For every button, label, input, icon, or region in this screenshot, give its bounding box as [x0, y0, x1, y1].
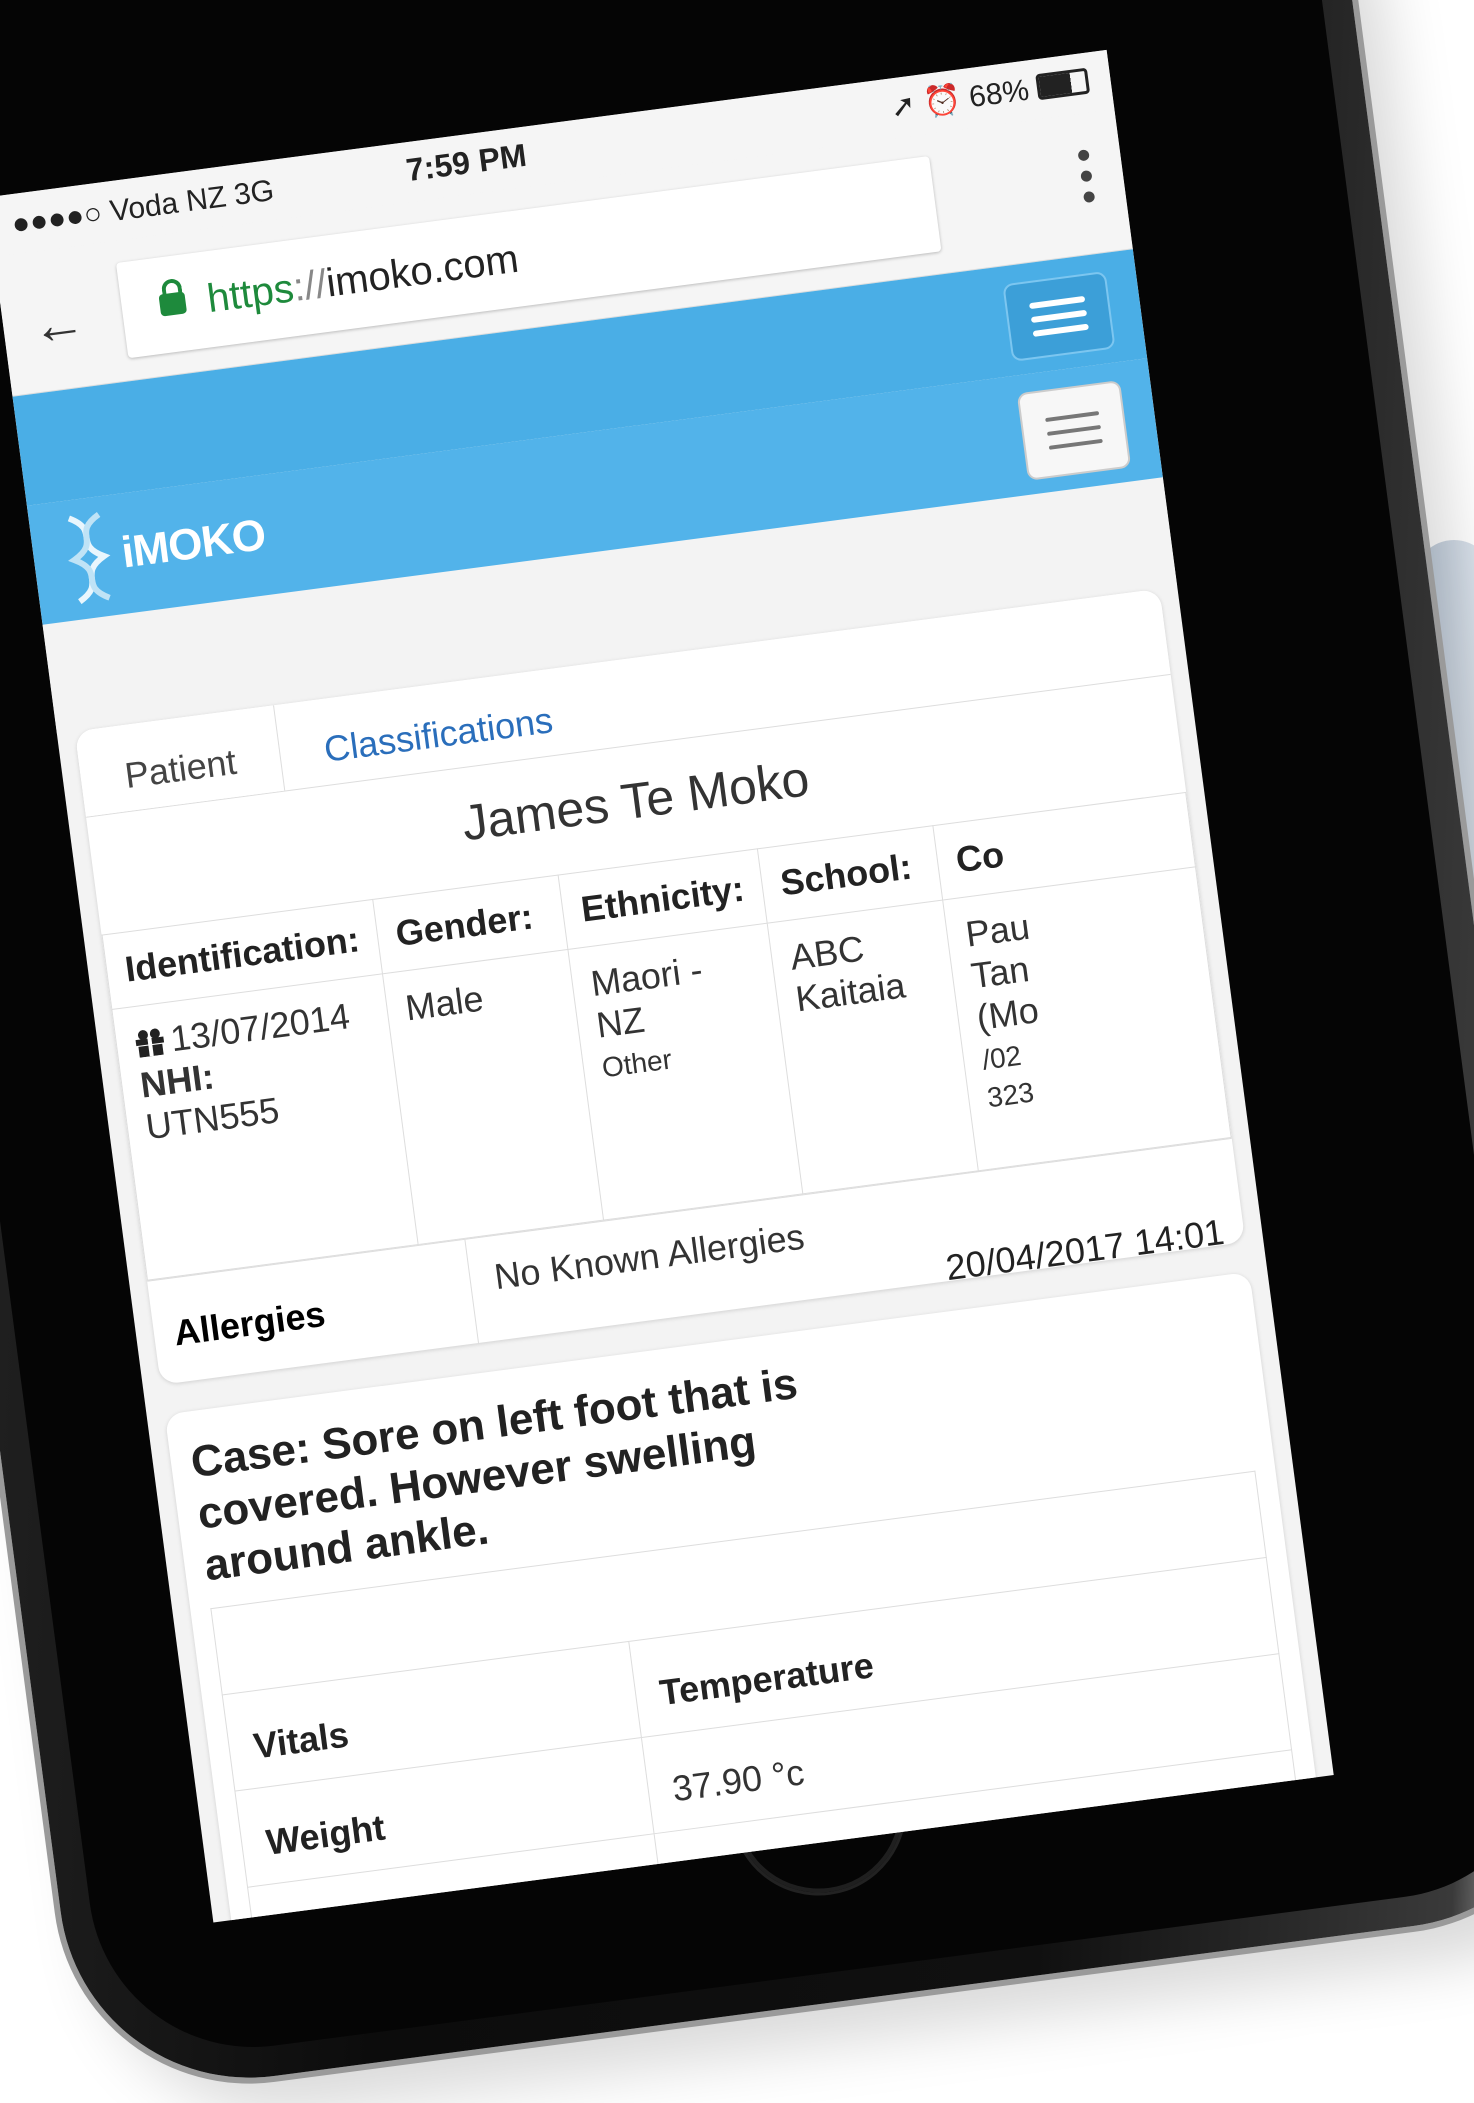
lock-icon: [158, 291, 188, 317]
nav-toggle-button[interactable]: [1016, 380, 1132, 481]
imoko-logo[interactable]: iMOKO: [58, 489, 270, 607]
phone-device: ●●●●○ Voda NZ 3G 7:59 PM ➚ ⏰ 68% ← https…: [0, 0, 1474, 2101]
dna-logo-icon: [58, 509, 120, 607]
hamburger-menu-button[interactable]: [1002, 270, 1116, 362]
school-cell: ABC Kaitaia: [767, 900, 979, 1194]
battery-percent: 68%: [967, 73, 1031, 115]
date-of-birth: 13/07/2014: [168, 995, 353, 1060]
battery-icon: [1035, 67, 1091, 101]
back-arrow-icon[interactable]: ←: [28, 291, 89, 358]
alarm-icon: ⏰: [921, 82, 964, 121]
location-icon: ➚: [888, 88, 918, 125]
contact-line-3: (Mo: [974, 989, 1041, 1038]
contact-line-2: Tan: [968, 948, 1032, 997]
identification-cell: 13/07/2014 NHI: UTN555: [111, 973, 419, 1281]
ethnicity-cell: Maori - NZ Other: [567, 923, 803, 1221]
ethnicity-main: Maori - NZ: [588, 948, 705, 1046]
browser-menu-icon[interactable]: [1077, 149, 1097, 214]
status-time: 7:59 PM: [403, 136, 529, 189]
phone-screen: ●●●●○ Voda NZ 3G 7:59 PM ➚ ⏰ 68% ← https…: [0, 49, 1334, 1923]
contact-cell: Pau Tan (Mo /02 323: [942, 866, 1232, 1171]
url-host: imoko.com: [323, 236, 522, 306]
logo-text: iMOKO: [118, 510, 268, 578]
birthday-gift-icon: [133, 1021, 166, 1058]
contact-line-1: Pau: [963, 905, 1033, 955]
gender-cell: Male: [382, 949, 604, 1245]
url-scheme: https: [204, 265, 297, 321]
